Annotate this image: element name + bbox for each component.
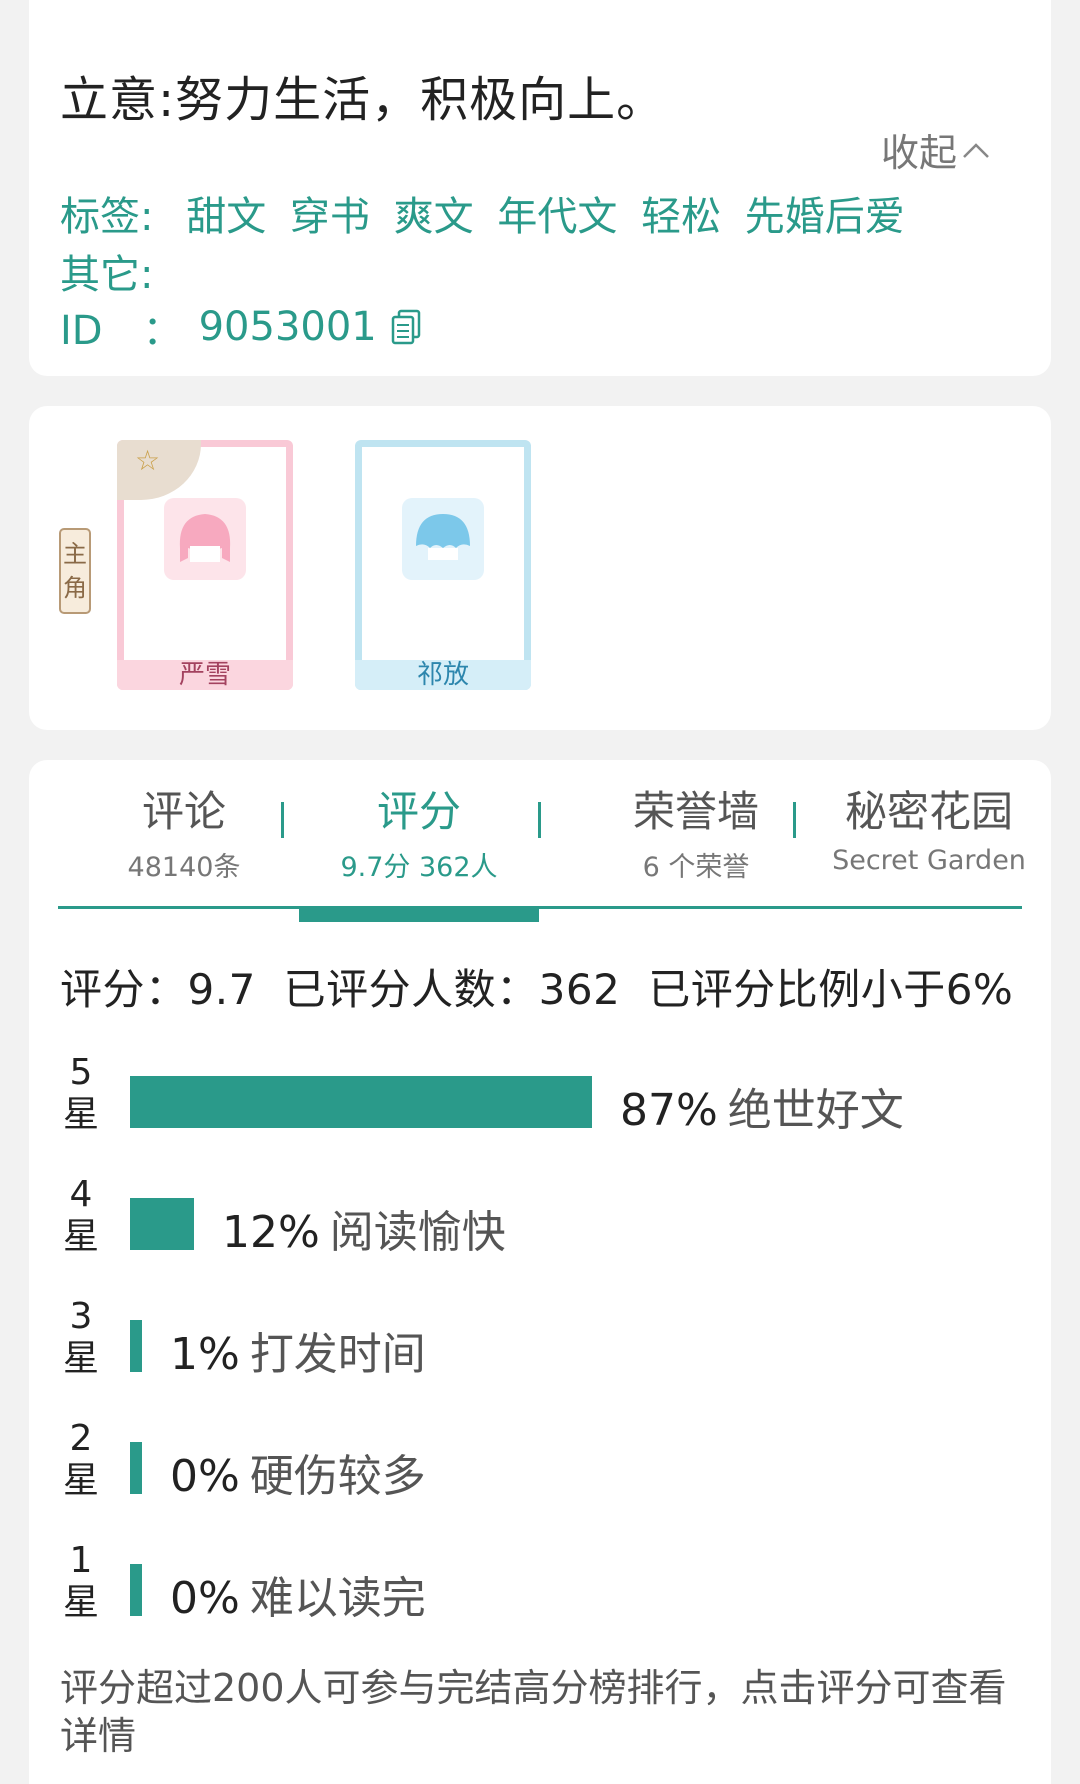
rating-footnote: 评分超过200人可参与完结高分榜排行，点击评分可查看详情	[60, 1666, 1007, 1758]
tab-sub: Secret Garden	[832, 845, 1026, 876]
novel-info-card: 立意:努力生活，积极向上。 收起 标签: 甜文 穿书 爽文 年代文 轻松 先婚后…	[29, 0, 1051, 376]
id-row: ID ： 9053001	[60, 298, 421, 356]
star-unit: 星	[62, 1460, 99, 1501]
rating-description: 阅读愉快	[329, 1207, 506, 1258]
rating-description: 难以读完	[249, 1573, 426, 1624]
tab-label: 荣誉墙	[632, 787, 759, 836]
tab-label: 评论	[141, 787, 226, 836]
tab-honor-wall[interactable]: 荣誉墙 6 个荣誉	[568, 778, 824, 884]
rating-row[interactable]: 3 星 1% 打发时间	[29, 1296, 1051, 1392]
tab-label: 秘密花园	[844, 787, 1013, 836]
rating-row[interactable]: 2 星 0% 硬伤较多	[29, 1418, 1051, 1514]
star-number: 1	[69, 1540, 93, 1581]
percent-value: 1%	[170, 1329, 240, 1380]
star-unit: 星	[62, 1582, 99, 1623]
avatar	[164, 498, 246, 580]
lead-badge-char: 主	[63, 540, 87, 568]
star-number: 5	[69, 1052, 93, 1093]
tab-comments[interactable]: 评论 48140条	[56, 778, 312, 884]
tag-item[interactable]: 穿书	[290, 194, 370, 240]
tag-item[interactable]: 年代文	[497, 194, 617, 240]
tags-label: 标签:	[60, 194, 154, 240]
tab-rating[interactable]: 评分 9.7分 362人	[299, 778, 539, 884]
rating-card: 评论 48140条 评分 9.7分 362人 荣誉墙 6 个荣誉 秘密花园 Se…	[29, 760, 1051, 1784]
tab-divider	[793, 802, 796, 838]
tab-secret-garden[interactable]: 秘密花园 Secret Garden	[811, 778, 1047, 876]
avatar	[402, 498, 484, 580]
tab-sub: 9.7分 362人	[340, 852, 498, 883]
active-tab-indicator	[299, 906, 539, 922]
character-name: 祁放	[355, 660, 531, 690]
character-card[interactable]: 祁放	[355, 440, 531, 690]
tab-divider	[281, 802, 284, 838]
tag-item[interactable]: 先婚后爱	[745, 194, 905, 240]
copy-icon[interactable]	[391, 309, 421, 345]
star-icon: ☆	[135, 444, 161, 477]
tab-underline	[58, 906, 1022, 909]
motto-text: 立意:努力生活，积极向上。	[60, 72, 666, 128]
tab-sub: 6 个荣誉	[642, 852, 750, 883]
rating-bar	[130, 1198, 194, 1250]
star-label: 2星	[61, 1418, 101, 1502]
tab-sub: 48140条	[127, 852, 241, 883]
tag-item[interactable]: 甜文	[186, 194, 266, 240]
rating-summary[interactable]: 评分：9.7 已评分人数：362 已评分比例小于6%	[60, 956, 1013, 1017]
collapse-button[interactable]: 收起	[881, 122, 991, 177]
rating-row[interactable]: 4 星 12% 阅读愉快	[29, 1174, 1051, 1270]
other-label: 其它:	[60, 252, 154, 298]
id-label: ID ：	[60, 308, 183, 354]
star-label: 1星	[61, 1540, 101, 1624]
tab-divider	[538, 802, 541, 838]
star-label: 3星	[61, 1296, 101, 1380]
id-value: 9053001	[198, 304, 377, 350]
star-number: 4	[69, 1174, 93, 1215]
rating-description: 绝世好文	[727, 1085, 904, 1136]
tab-label: 评分	[376, 787, 461, 836]
rating-description: 打发时间	[249, 1329, 426, 1380]
percent-value: 87%	[620, 1085, 718, 1136]
star-number: 2	[69, 1418, 93, 1459]
rating-percent: 87% 绝世好文	[620, 1074, 904, 1138]
tag-item[interactable]: 轻松	[641, 194, 721, 240]
tab-bar: 评论 48140条 评分 9.7分 362人 荣誉墙 6 个荣誉 秘密花园 Se…	[29, 760, 1051, 922]
star-number: 3	[69, 1296, 93, 1337]
rating-row[interactable]: 5 星 87% 绝世好文	[29, 1052, 1051, 1148]
collapse-label: 收起	[880, 131, 957, 175]
rating-bar	[130, 1076, 592, 1128]
star-unit: 星	[62, 1094, 99, 1135]
percent-value: 12%	[222, 1207, 320, 1258]
rating-ratio: 已评分比例小于6%	[648, 965, 1014, 1014]
rating-percent: 12% 阅读愉快	[222, 1196, 506, 1260]
lead-role-badge: 主 角	[59, 528, 91, 614]
character-name: 严雪	[117, 660, 293, 690]
rating-percent: 1% 打发时间	[170, 1318, 426, 1382]
star-label: 4星	[61, 1174, 101, 1258]
rating-description: 硬伤较多	[249, 1451, 426, 1502]
star-unit: 星	[62, 1338, 99, 1379]
rating-percent: 0% 硬伤较多	[170, 1440, 426, 1504]
rating-percent: 0% 难以读完	[170, 1562, 426, 1626]
rating-score: 评分：9.7	[60, 965, 256, 1014]
tags-row: 标签: 甜文 穿书 爽文 年代文 轻松 先婚后爱	[60, 184, 916, 242]
percent-value: 0%	[170, 1451, 240, 1502]
star-unit: 星	[62, 1216, 99, 1257]
tag-item[interactable]: 爽文	[394, 194, 474, 240]
rating-row[interactable]: 1 星 0% 难以读完	[29, 1540, 1051, 1636]
percent-value: 0%	[170, 1573, 240, 1624]
chevron-up-icon	[963, 142, 989, 158]
rating-count: 已评分人数：362	[283, 965, 621, 1014]
character-card[interactable]: ☆ 严雪	[117, 440, 293, 690]
star-label: 5星	[61, 1052, 101, 1136]
other-row: 其它:	[60, 242, 153, 300]
lead-badge-char: 角	[63, 574, 87, 602]
rating-bar	[130, 1320, 142, 1372]
rating-bar	[130, 1442, 142, 1494]
rating-bar	[130, 1564, 142, 1616]
characters-card: 主 角 ☆ 严雪 祁放	[29, 406, 1051, 730]
